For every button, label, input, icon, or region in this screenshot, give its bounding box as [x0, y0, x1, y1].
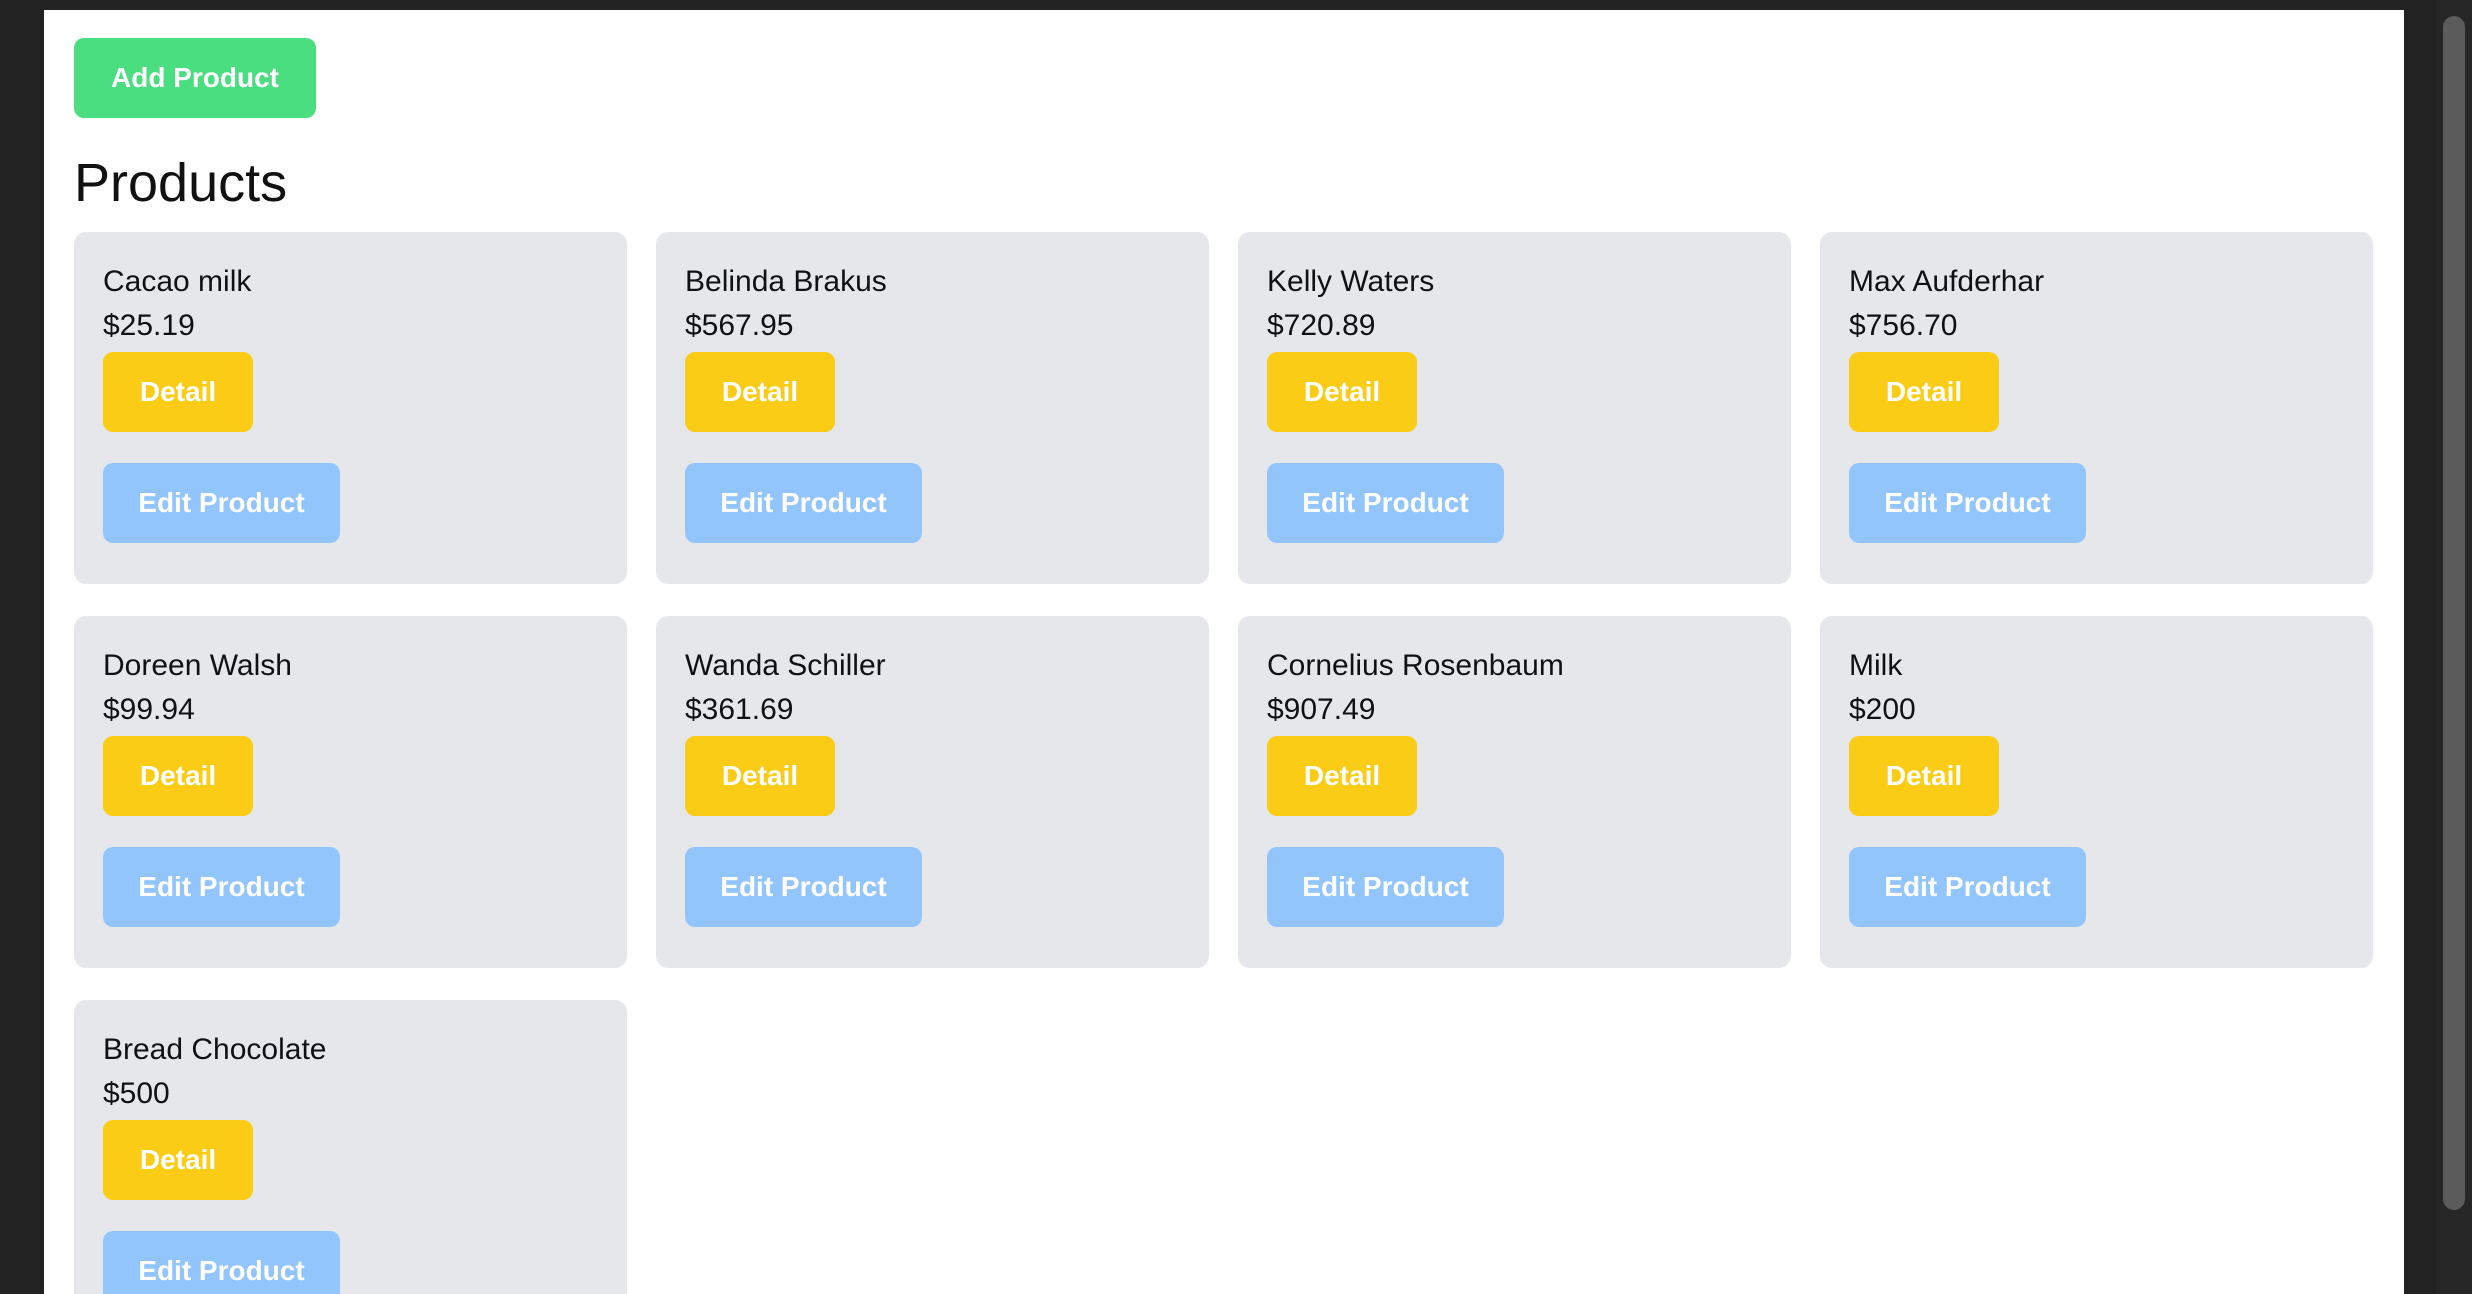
edit-product-button[interactable]: Edit Product [103, 1231, 340, 1294]
edit-product-button[interactable]: Edit Product [685, 847, 922, 927]
product-card: Milk $200 Detail Edit Product [1820, 616, 2373, 968]
product-name: Belinda Brakus [685, 265, 887, 298]
add-product-button[interactable]: Add Product [74, 38, 316, 118]
product-price: $500 [103, 1077, 170, 1110]
edit-product-button[interactable]: Edit Product [1267, 847, 1504, 927]
detail-button[interactable]: Detail [103, 352, 253, 432]
product-card: Max Aufderhar $756.70 Detail Edit Produc… [1820, 232, 2373, 584]
product-price: $200 [1849, 693, 1916, 726]
product-price: $99.94 [103, 693, 195, 726]
detail-button[interactable]: Detail [685, 352, 835, 432]
edit-product-button[interactable]: Edit Product [1267, 463, 1504, 543]
product-name: Milk [1849, 649, 1903, 682]
edit-product-button[interactable]: Edit Product [1849, 847, 2086, 927]
product-card: Doreen Walsh $99.94 Detail Edit Product [74, 616, 627, 968]
product-card: Bread Chocolate $500 Detail Edit Product [74, 1000, 627, 1294]
detail-button[interactable]: Detail [1267, 736, 1417, 816]
window-top-edge [0, 0, 2472, 10]
product-name: Kelly Waters [1267, 265, 1435, 298]
product-price: $361.69 [685, 693, 794, 726]
product-price: $25.19 [103, 309, 195, 342]
edit-product-button[interactable]: Edit Product [103, 463, 340, 543]
product-card: Belinda Brakus $567.95 Detail Edit Produ… [656, 232, 1209, 584]
product-card: Kelly Waters $720.89 Detail Edit Product [1238, 232, 1791, 584]
app-window: Add Product Products Cacao milk $25.19 D… [44, 10, 2404, 1294]
product-grid: Cacao milk $25.19 Detail Edit Product Be… [74, 232, 2374, 1294]
product-name: Wanda Schiller [685, 649, 886, 682]
product-name: Cornelius Rosenbaum [1267, 649, 1564, 682]
product-name: Doreen Walsh [103, 649, 292, 682]
detail-button[interactable]: Detail [685, 736, 835, 816]
product-card: Wanda Schiller $361.69 Detail Edit Produ… [656, 616, 1209, 968]
detail-button[interactable]: Detail [1849, 736, 1999, 816]
scrollbar-thumb[interactable] [2443, 16, 2465, 1210]
product-name: Max Aufderhar [1849, 265, 2045, 298]
product-name: Bread Chocolate [103, 1033, 327, 1066]
page-title: Products [74, 153, 288, 213]
edit-product-button[interactable]: Edit Product [103, 847, 340, 927]
detail-button[interactable]: Detail [1849, 352, 1999, 432]
edit-product-button[interactable]: Edit Product [685, 463, 922, 543]
product-price: $567.95 [685, 309, 794, 342]
product-card: Cornelius Rosenbaum $907.49 Detail Edit … [1238, 616, 1791, 968]
detail-button[interactable]: Detail [103, 1120, 253, 1200]
detail-button[interactable]: Detail [103, 736, 253, 816]
product-price: $756.70 [1849, 309, 1958, 342]
product-price: $720.89 [1267, 309, 1376, 342]
edit-product-button[interactable]: Edit Product [1849, 463, 2086, 543]
product-price: $907.49 [1267, 693, 1376, 726]
product-card: Cacao milk $25.19 Detail Edit Product [74, 232, 627, 584]
product-name: Cacao milk [103, 265, 252, 298]
detail-button[interactable]: Detail [1267, 352, 1417, 432]
